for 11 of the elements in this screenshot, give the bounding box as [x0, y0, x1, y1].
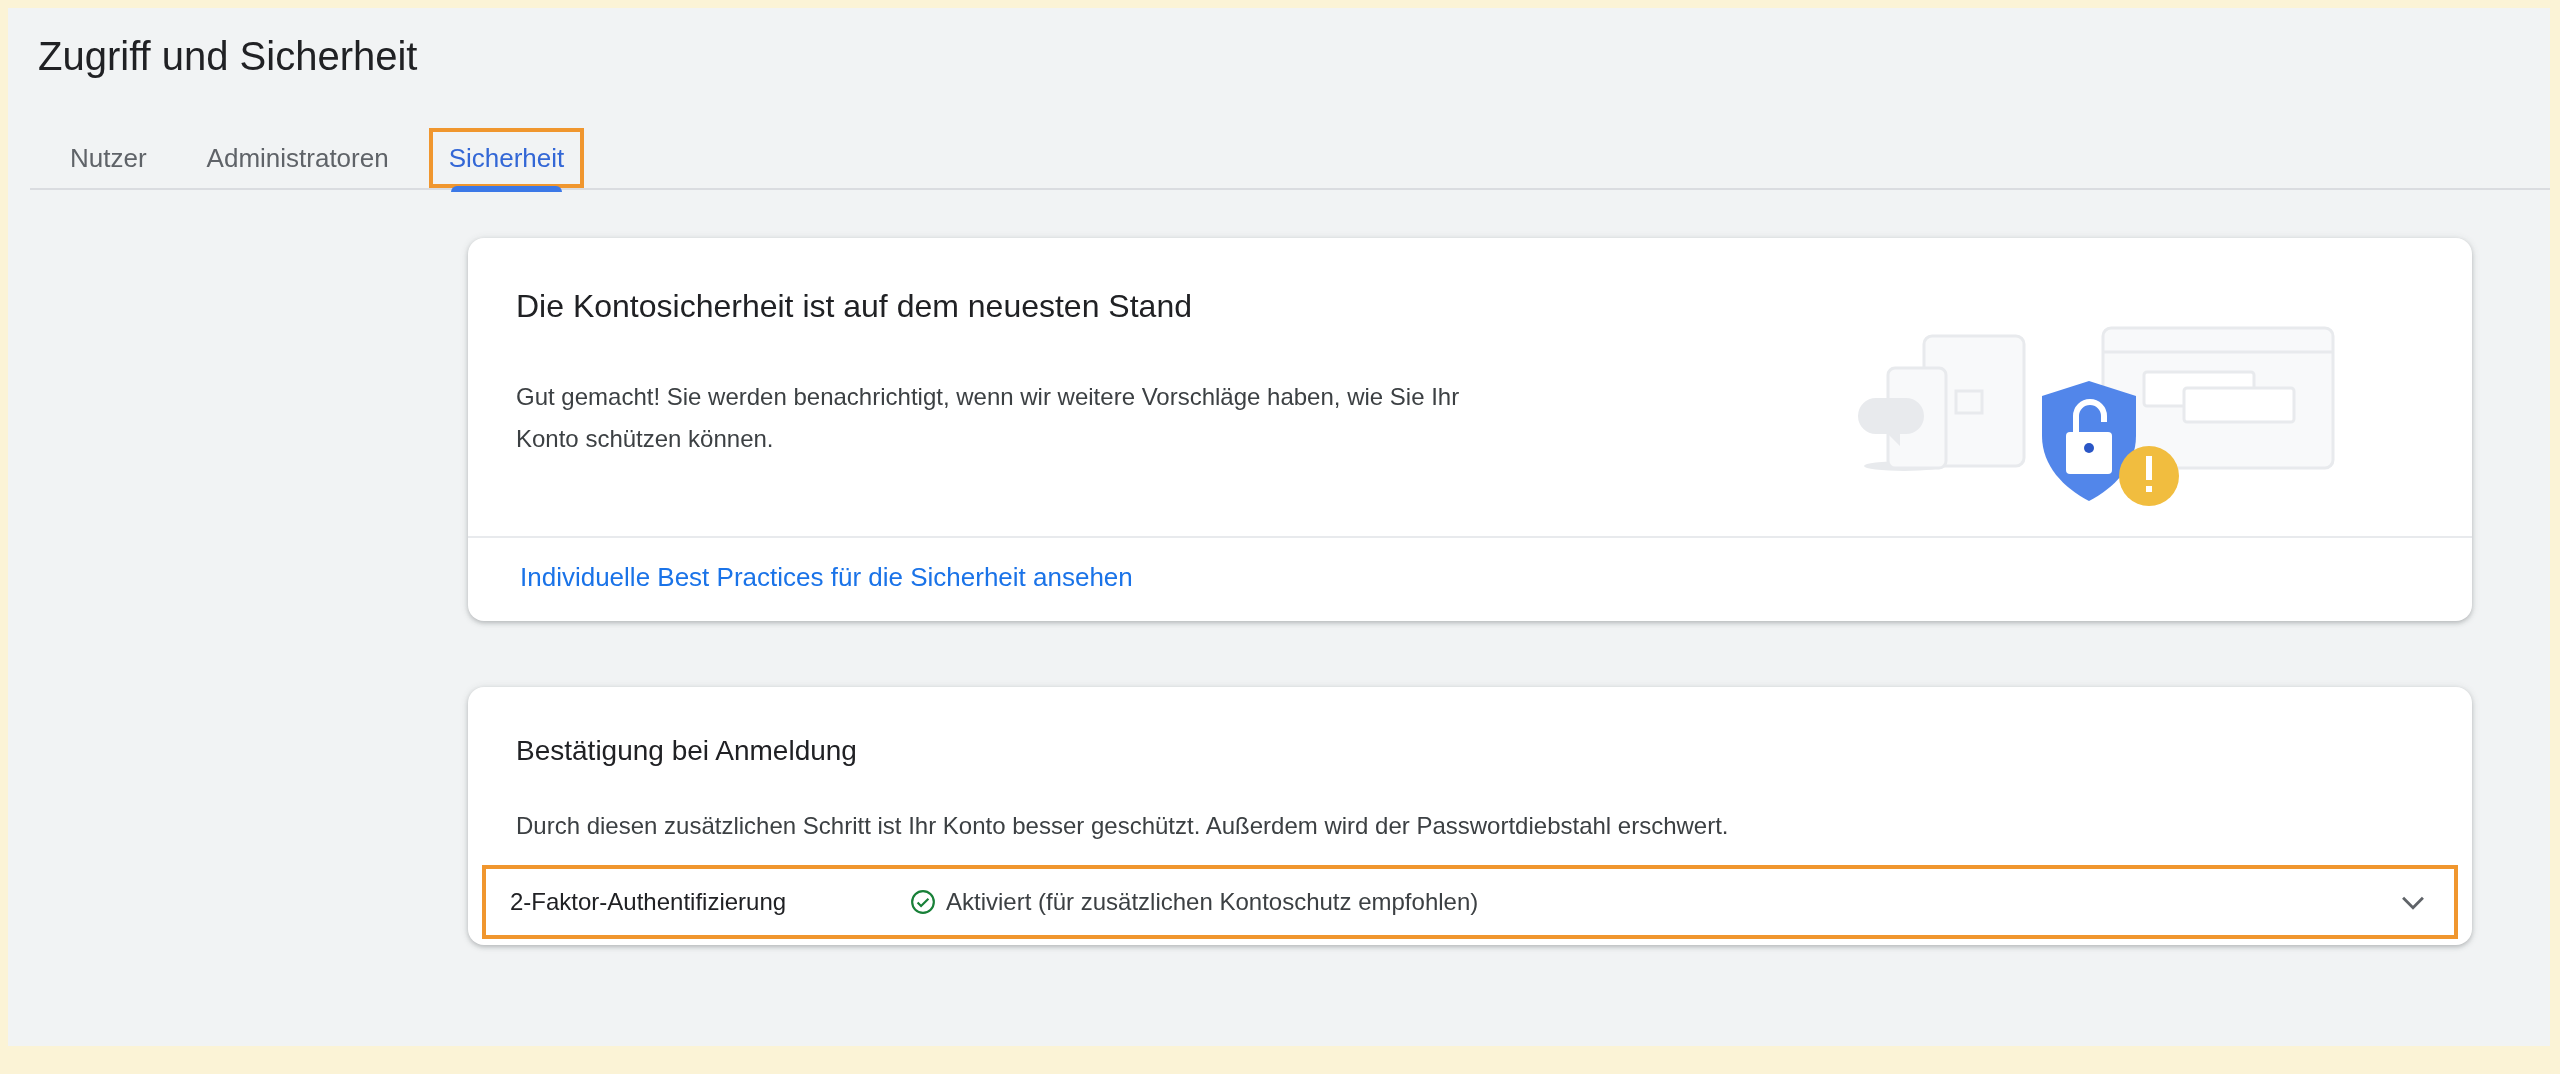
card-title: Bestätigung bei Anmeldung: [516, 734, 858, 768]
page-title: Zugriff und Sicherheit: [38, 33, 419, 80]
card-text: Durch diesen zusätzlichen Schritt ist Ihr Konto besser geschützt. Außerdem wird der Passwortdiebstahl erschwert.: [516, 811, 1730, 841]
tab[interactable]: Nutzer: [50, 128, 167, 188]
setting-row[interactable]: 2-Faktor-Authentifizierung Aktiviert (für zusätzlichen Kontoschutz empfohlen): [482, 865, 2458, 939]
card-text: Gut gemacht! Sie werden benachrichtigt, wenn wir weitere Vorschläge haben, wie Sie Ihr Konto schützen können.: [516, 382, 1461, 454]
card-title: Die Kontosicherheit ist auf dem neuesten Stand: [516, 287, 1193, 326]
setting-label: 2-Faktor-Authentifizierung: [510, 888, 788, 916]
best-practices-link[interactable]: Individuelle Best Practices für die Sicherheit ansehen: [468, 538, 2472, 621]
setting-status: Aktiviert (für zusätzlichen Kontoschutz empfohlen): [946, 888, 1480, 916]
tab[interactable]: Administratoren: [186, 128, 409, 188]
